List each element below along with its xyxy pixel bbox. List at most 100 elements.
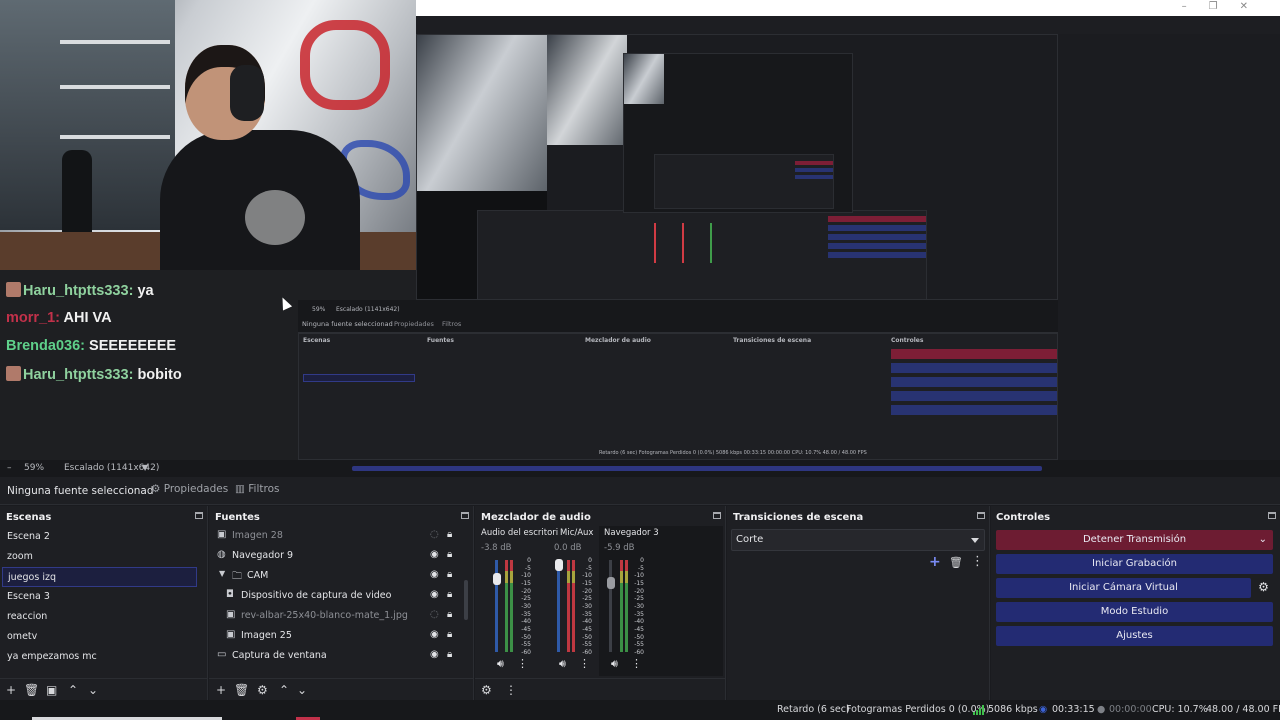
sources-scrollbar[interactable] bbox=[464, 580, 468, 620]
lock-icon[interactable]: 🔒︎ bbox=[447, 589, 452, 600]
scene-item[interactable]: Escena 3 bbox=[2, 587, 197, 607]
source-item[interactable]: ▭ Captura de ventana ◉ 🔒︎ bbox=[209, 646, 464, 666]
volume-slider-handle[interactable] bbox=[493, 573, 501, 585]
lock-icon[interactable]: 🔒︎ bbox=[447, 529, 452, 540]
eye-icon[interactable]: ◉ bbox=[430, 589, 439, 600]
zoom-level[interactable]: 59% bbox=[24, 463, 44, 473]
nested-scenes-title: Escenas bbox=[303, 337, 331, 344]
eye-hidden-icon[interactable]: ◌ bbox=[430, 609, 439, 620]
lock-icon[interactable]: 🔒︎ bbox=[447, 629, 452, 640]
popout-icon[interactable] bbox=[1268, 512, 1276, 519]
source-item[interactable]: ◍ Navegador 9 ◉ 🔒︎ bbox=[209, 546, 464, 566]
source-item[interactable]: ▣ Imagen 25 ◉ 🔒︎ bbox=[209, 626, 464, 646]
more-icon[interactable]: ⋮ bbox=[971, 554, 984, 569]
webcam-feed bbox=[0, 0, 416, 270]
eye-icon[interactable]: ◉ bbox=[430, 629, 439, 640]
add-icon[interactable]: + bbox=[216, 683, 226, 697]
audio-meter bbox=[572, 560, 575, 652]
stop-stream-button[interactable]: Detener Transmisión ⌄ bbox=[996, 530, 1273, 550]
speaker-icon[interactable]: 🔊︎ bbox=[559, 657, 566, 671]
restore-icon[interactable]: ❐ bbox=[1209, 1, 1240, 12]
meter-scale: 0 -5 -10 -15 -20 -25 -30 -35 -40 -45 -50 -55 -60 bbox=[582, 557, 592, 656]
sources-footer: + 🗑 ⚙ ⌃ ⌄ bbox=[209, 678, 473, 700]
popout-icon[interactable] bbox=[195, 512, 203, 519]
move-up-icon[interactable]: ⌃ bbox=[68, 683, 78, 697]
gear-icon[interactable]: ⚙ bbox=[257, 683, 268, 697]
mixer-channel-db: -5.9 dB bbox=[604, 543, 635, 553]
minimize-icon[interactable]: – bbox=[1182, 1, 1209, 12]
lock-icon[interactable]: 🔒︎ bbox=[447, 609, 452, 620]
move-up-icon[interactable]: ⌃ bbox=[279, 683, 289, 697]
mixer-settings-icon[interactable]: ⚙ bbox=[481, 683, 492, 697]
controls-title: Controles bbox=[996, 512, 1051, 523]
volume-slider[interactable] bbox=[557, 560, 560, 652]
eye-icon[interactable]: ◉ bbox=[430, 649, 439, 660]
speaker-icon[interactable]: 🔊︎ bbox=[497, 657, 504, 671]
preview-scale-bar: – 59% Escalado (1141x642) ▼ bbox=[0, 460, 1280, 477]
chevron-down-icon bbox=[971, 538, 979, 543]
nested-webcam-2 bbox=[547, 35, 627, 145]
studio-mode-button[interactable]: Modo Estudio bbox=[996, 602, 1273, 622]
lock-icon[interactable]: 🔒︎ bbox=[447, 549, 452, 560]
source-item[interactable]: ◘ Dispositivo de captura de video ◉ 🔒︎ bbox=[209, 586, 464, 606]
more-icon[interactable]: ⋮ bbox=[505, 683, 517, 697]
scale-dropdown-icon[interactable]: ▼ bbox=[142, 463, 148, 472]
properties-button[interactable]: ⚙ Propiedades bbox=[151, 483, 228, 495]
popout-icon[interactable] bbox=[713, 512, 721, 519]
meter-scale: 0 -5 -10 -15 -20 -25 -30 -35 -40 -45 -50 -55 -60 bbox=[521, 557, 531, 656]
scene-item[interactable]: ometv bbox=[2, 627, 197, 647]
scene-item-selected[interactable]: juegos izq bbox=[2, 567, 197, 587]
move-down-icon[interactable]: ⌄ bbox=[297, 683, 307, 697]
settings-button[interactable]: Ajustes bbox=[996, 626, 1273, 646]
nested-scale-label: Escalado (1141x642) bbox=[336, 306, 400, 313]
eye-icon[interactable]: ◉ bbox=[430, 569, 439, 580]
filter-icon[interactable]: ▣ bbox=[46, 683, 57, 697]
lock-icon[interactable]: 🔒︎ bbox=[447, 569, 452, 580]
audio-meter bbox=[625, 560, 628, 652]
source-group[interactable]: ▼ 🗀 CAM ◉ 🔒︎ bbox=[209, 566, 464, 586]
filters-button[interactable]: ▥ Filtros bbox=[235, 483, 279, 495]
eye-icon[interactable]: ◉ bbox=[430, 549, 439, 560]
window-controls[interactable]: –❐✕ bbox=[1182, 1, 1270, 12]
source-item[interactable]: ▣ rev-albar-25x40-blanco-mate_1.jpg ◌ 🔒︎ bbox=[209, 606, 464, 626]
trash-icon[interactable]: 🗑 bbox=[234, 683, 249, 697]
add-icon[interactable]: + bbox=[929, 554, 941, 570]
add-icon[interactable]: + bbox=[6, 683, 16, 697]
more-icon[interactable]: ⋮ bbox=[579, 657, 590, 670]
gear-icon[interactable]: ⚙ bbox=[1254, 578, 1273, 598]
chat-message: Haru_htptts333: ya bbox=[6, 282, 154, 299]
trash-icon[interactable]: 🗑 bbox=[24, 683, 39, 697]
scene-item[interactable]: reaccion bbox=[2, 607, 197, 627]
chat-message: Brenda036: SEEEEEEEE bbox=[6, 338, 177, 354]
popout-icon[interactable] bbox=[461, 512, 469, 519]
preview-scrollbar[interactable] bbox=[352, 466, 1042, 471]
record-icon: ● bbox=[1097, 704, 1106, 715]
no-source-label: Ninguna fuente seleccionad bbox=[7, 485, 154, 497]
chevron-down-icon[interactable]: ▼ bbox=[219, 569, 225, 578]
transition-select[interactable]: Corte bbox=[731, 529, 985, 551]
source-item[interactable]: ▣ Imagen 28 ◌ 🔒︎ bbox=[209, 526, 464, 546]
audio-meter bbox=[510, 560, 513, 652]
start-virtual-cam-button[interactable]: Iniciar Cámara Virtual bbox=[996, 578, 1251, 598]
speaker-icon[interactable]: 🔊︎ bbox=[611, 657, 618, 671]
popout-icon[interactable] bbox=[977, 512, 985, 519]
volume-slider[interactable] bbox=[609, 560, 612, 652]
move-down-icon[interactable]: ⌄ bbox=[88, 683, 98, 697]
scene-item[interactable]: ya empezamos mc bbox=[2, 647, 197, 667]
zoom-out-icon[interactable]: – bbox=[7, 463, 12, 473]
close-icon[interactable]: ✕ bbox=[1240, 1, 1270, 12]
nested-record-button bbox=[891, 363, 1057, 373]
trash-icon[interactable]: 🗑 bbox=[949, 556, 963, 569]
lock-icon[interactable]: 🔒︎ bbox=[447, 649, 452, 660]
chevron-down-icon[interactable]: ⌄ bbox=[1259, 534, 1267, 545]
scene-item[interactable]: Escena 2 bbox=[2, 527, 197, 547]
scene-item[interactable]: zoom bbox=[2, 547, 197, 567]
start-recording-button[interactable]: Iniciar Grabación bbox=[996, 554, 1273, 574]
volume-slider-handle[interactable] bbox=[607, 577, 615, 589]
more-icon[interactable]: ⋮ bbox=[631, 657, 642, 670]
audio-meter bbox=[620, 560, 623, 652]
eye-hidden-icon[interactable]: ◌ bbox=[430, 529, 439, 540]
mixer-channel-db: 0.0 dB bbox=[554, 543, 582, 553]
more-icon[interactable]: ⋮ bbox=[517, 657, 528, 670]
volume-slider-handle[interactable] bbox=[555, 559, 563, 571]
